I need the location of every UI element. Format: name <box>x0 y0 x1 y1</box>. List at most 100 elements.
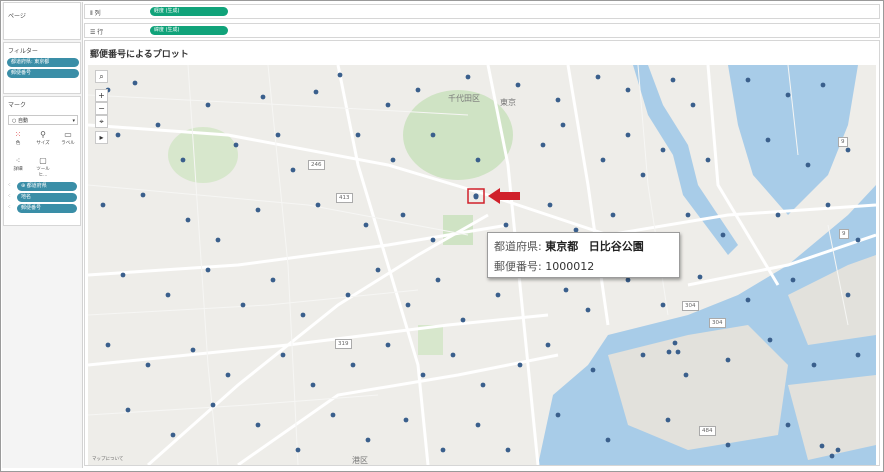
map-mark-point[interactable] <box>563 287 569 293</box>
map-mark-point[interactable] <box>545 342 551 348</box>
map-mark-point[interactable] <box>811 362 817 368</box>
map-mark-point[interactable] <box>310 382 316 388</box>
map-mark-point[interactable] <box>170 432 176 438</box>
map-mark-point[interactable] <box>337 72 343 78</box>
map-mark-point[interactable] <box>180 157 186 163</box>
map-mark-point[interactable] <box>190 347 196 353</box>
map-mark-point[interactable] <box>255 207 261 213</box>
map-mark-point[interactable] <box>767 337 773 343</box>
map-mark-point[interactable] <box>260 94 266 100</box>
map-mark-point[interactable] <box>720 232 726 238</box>
map-mark-point[interactable] <box>765 137 771 143</box>
map-mark-point[interactable] <box>290 167 296 173</box>
map-mark-point[interactable] <box>120 272 126 278</box>
map-mark-point[interactable] <box>475 157 481 163</box>
map-mark-point[interactable] <box>820 82 826 88</box>
map-mark-point[interactable] <box>705 157 711 163</box>
map-mark-point[interactable] <box>625 277 631 283</box>
map-mark-point[interactable] <box>610 212 616 218</box>
map-canvas[interactable] <box>88 65 876 465</box>
map-mark-point[interactable] <box>480 382 486 388</box>
map-mark-point[interactable] <box>400 212 406 218</box>
map-mark-point[interactable] <box>355 132 361 138</box>
label-button[interactable]: ▭ ラベル <box>57 129 79 149</box>
map-mark-point[interactable] <box>585 307 591 313</box>
map-mark-point[interactable] <box>460 317 466 323</box>
map-mark-point[interactable] <box>225 372 231 378</box>
map-mark-point[interactable] <box>825 202 831 208</box>
map-mark-point[interactable] <box>560 122 566 128</box>
map-mark-point[interactable] <box>605 437 611 443</box>
rows-shelf[interactable]: ☰ 行 緯度 (生成) <box>84 23 880 38</box>
map-mark-point[interactable] <box>403 417 409 423</box>
map-mark-point[interactable] <box>145 362 151 368</box>
map-mark-point[interactable] <box>315 202 321 208</box>
map-mark-point[interactable] <box>540 142 546 148</box>
columns-pill[interactable]: 経度 (生成) <box>150 7 228 16</box>
mark-type-dropdown[interactable]: ○ 自動 ▾ <box>8 115 78 125</box>
map-mark-point[interactable] <box>775 212 781 218</box>
map-mark-point[interactable] <box>495 292 501 298</box>
map-mark-point[interactable] <box>517 362 523 368</box>
detail-button[interactable]: ⁖ 詳細 <box>7 155 29 175</box>
map-mark-point[interactable] <box>745 77 751 83</box>
map-mark-point[interactable] <box>280 352 286 358</box>
mark-field-prefecture[interactable]: ⊕ 都道府県 <box>17 182 77 191</box>
map-mark-point[interactable] <box>590 367 596 373</box>
size-button[interactable]: ⚲ サイズ <box>32 129 54 149</box>
rows-pill[interactable]: 緯度 (生成) <box>150 26 228 35</box>
map-mark-point[interactable] <box>205 267 211 273</box>
map-mark-point[interactable] <box>660 147 666 153</box>
map-mark-point[interactable] <box>790 277 796 283</box>
map-mark-point[interactable] <box>829 453 835 459</box>
map-mark-point[interactable] <box>855 237 861 243</box>
columns-shelf[interactable]: ⦀ 列 経度 (生成) <box>84 4 880 19</box>
zoom-in-button[interactable]: + <box>95 89 108 102</box>
map-mark-point[interactable] <box>600 157 606 163</box>
filter-pill-prefecture[interactable]: 都道府県: 東京都 <box>7 58 79 67</box>
map-mark-point[interactable] <box>132 80 138 86</box>
map-mark-point[interactable] <box>385 342 391 348</box>
map-mark-point[interactable] <box>690 102 696 108</box>
map-mark-point[interactable] <box>255 422 261 428</box>
map-mark-point[interactable] <box>440 447 446 453</box>
map-mark-point[interactable] <box>505 447 511 453</box>
map-mark-point[interactable] <box>420 372 426 378</box>
map-mark-point[interactable] <box>640 352 646 358</box>
map-mark-point[interactable] <box>745 297 751 303</box>
map-mark-point[interactable] <box>555 412 561 418</box>
map-mark-point[interactable] <box>465 74 471 80</box>
map-mark-point[interactable] <box>785 422 791 428</box>
map-mark-point[interactable] <box>725 442 731 448</box>
map-mark-point[interactable] <box>375 267 381 273</box>
map-mark-point[interactable] <box>330 412 336 418</box>
map-mark-point[interactable] <box>165 292 171 298</box>
map-mark-point[interactable] <box>215 237 221 243</box>
map-mark-point[interactable] <box>205 102 211 108</box>
map-mark-point[interactable] <box>503 222 509 228</box>
map-mark-point[interactable] <box>430 132 436 138</box>
map-mark-point[interactable] <box>547 202 553 208</box>
map-mark-point[interactable] <box>450 352 456 358</box>
map-mark-point[interactable] <box>275 132 281 138</box>
map-mark-point[interactable] <box>685 212 691 218</box>
map-mark-point[interactable] <box>270 277 276 283</box>
map-mark-point[interactable] <box>363 222 369 228</box>
map-mark-point[interactable] <box>345 292 351 298</box>
map-mark-point[interactable] <box>665 417 671 423</box>
map-mark-point[interactable] <box>313 89 319 95</box>
color-button[interactable]: ⁙ 色 <box>7 129 29 149</box>
map-mark-point[interactable] <box>140 192 146 198</box>
map-mark-point[interactable] <box>300 312 306 318</box>
map-mark-point[interactable] <box>515 82 521 88</box>
map-mark-point[interactable] <box>675 349 681 355</box>
map-mark-point[interactable] <box>233 142 239 148</box>
zoom-out-button[interactable]: − <box>95 102 108 115</box>
map-mark-point[interactable] <box>405 302 411 308</box>
mark-field-place[interactable]: 地名 <box>17 193 77 202</box>
map-mark-point[interactable] <box>475 422 481 428</box>
map-mark-point[interactable] <box>805 162 811 168</box>
map-mark-point[interactable] <box>115 132 121 138</box>
map[interactable]: 千代田区 東京 港区 246 413 319 304 304 484 9 9 ⌕… <box>88 65 876 465</box>
map-toolbar-expand[interactable]: ▸ <box>95 131 108 144</box>
